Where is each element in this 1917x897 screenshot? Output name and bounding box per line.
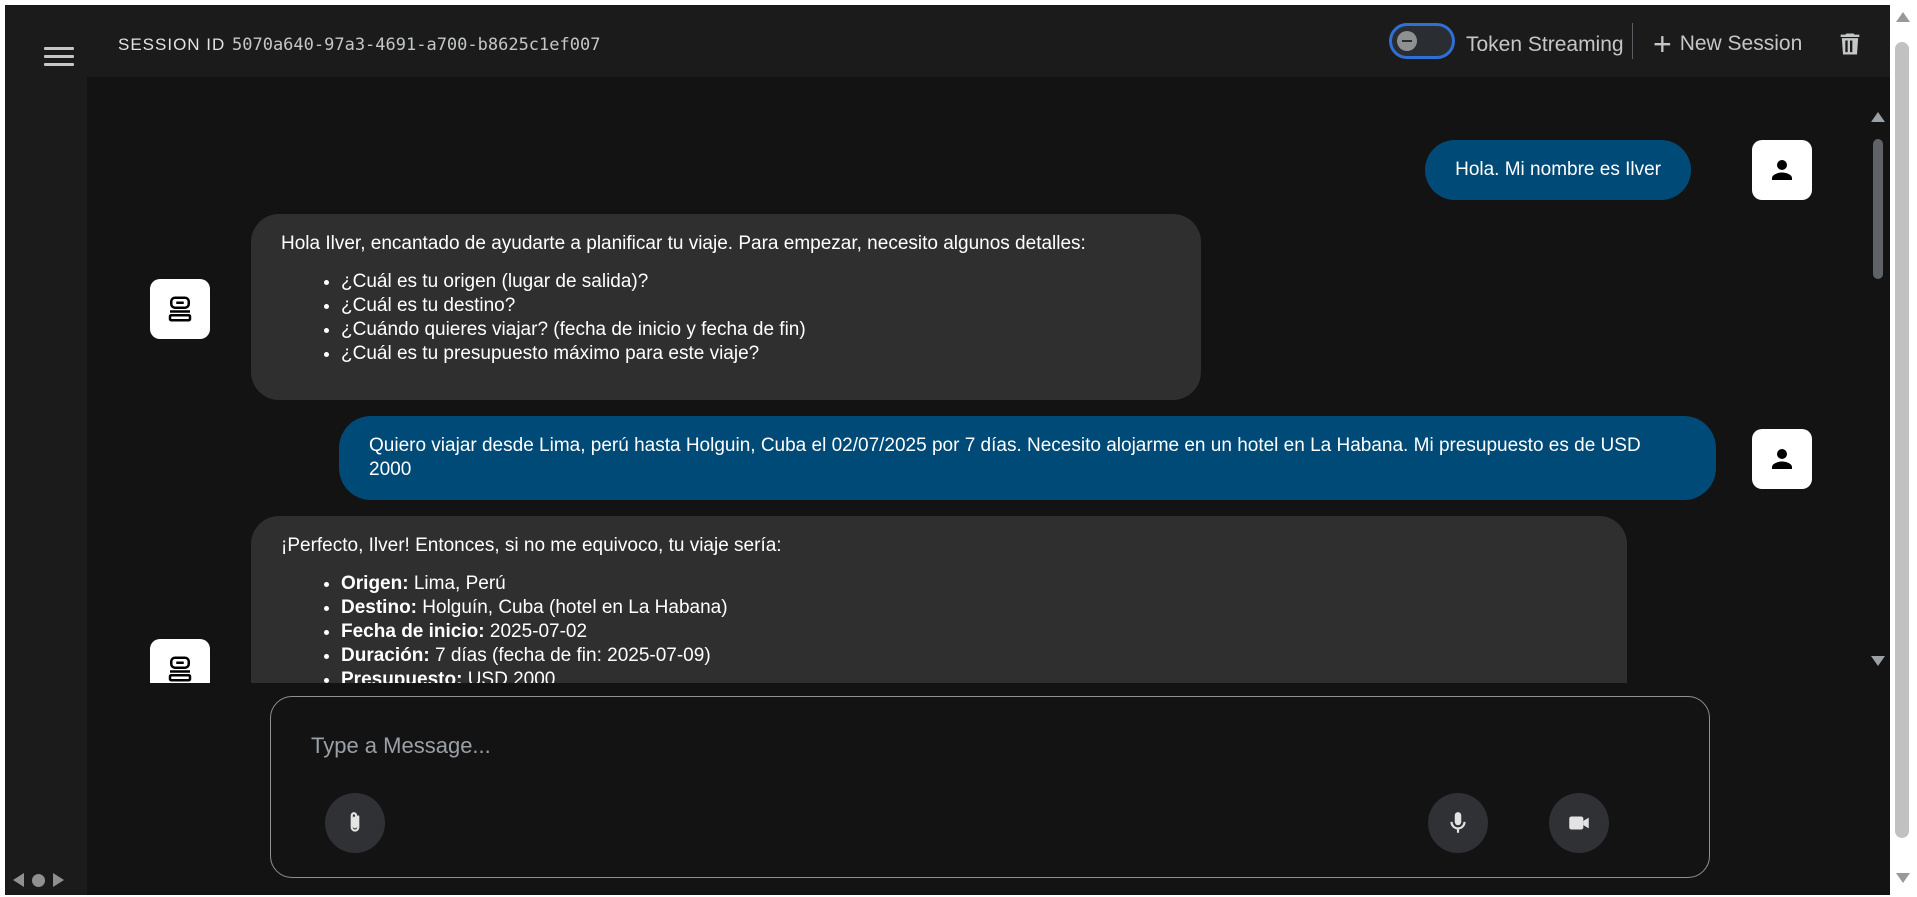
list-item: Destino: Holguín, Cuba (hotel en La Haba…: [341, 596, 1597, 620]
scroll-up-icon[interactable]: [1871, 112, 1885, 122]
item-value: Holguín, Cuba (hotel en La Habana): [422, 597, 728, 618]
person-icon: [1772, 160, 1792, 180]
side-rail: [5, 77, 87, 895]
new-session-label: New Session: [1679, 32, 1803, 55]
session-id-label: SESSION ID: [118, 35, 226, 54]
item-value: 7 días (fecha de fin: 2025-07-09): [434, 645, 711, 666]
scroll-up-icon[interactable]: [1896, 12, 1910, 22]
session-id-value: 5070a640-97a3-4691-a700-b8625c1ef007: [232, 35, 601, 55]
list-item: Origen: Lima, Perú: [341, 572, 1597, 596]
chat-messages: Hola. Mi nombre es Ilver Hola Ilver, enc…: [87, 77, 1857, 683]
bot-message-intro: ¡Perfecto, Ilver! Entonces, si no me equ…: [281, 535, 782, 556]
bot-avatar: [150, 639, 210, 683]
person-icon: [1772, 449, 1792, 469]
item-value: Lima, Perú: [413, 573, 506, 594]
item-value: 2025-07-02: [489, 621, 588, 642]
scroll-down-icon[interactable]: [1871, 656, 1885, 666]
trash-icon[interactable]: [1836, 28, 1864, 60]
page-scrollbar[interactable]: [1890, 0, 1917, 897]
chat-scrollbar[interactable]: [1869, 109, 1887, 669]
robot-icon: [168, 656, 192, 682]
paperclip-icon: [350, 812, 360, 832]
user-message-text: Hola. Mi nombre es Ilver: [1455, 159, 1661, 180]
item-value: USD 2000: [467, 669, 556, 683]
item-label: Presupuesto:: [341, 669, 463, 683]
toggle-knob: [1397, 31, 1417, 51]
user-message: Quiero viajar desde Lima, perú hasta Hol…: [339, 416, 1716, 500]
bot-message-intro: Hola Ilver, encantado de ayudarte a plan…: [281, 233, 1086, 254]
token-streaming-toggle[interactable]: [1389, 23, 1455, 59]
item-label: Destino:: [341, 597, 417, 618]
scroll-right-icon[interactable]: [53, 873, 64, 887]
message-input[interactable]: [309, 727, 1613, 765]
token-streaming-label: Token Streaming: [1466, 33, 1624, 56]
list-item: ¿Cuál es tu presupuesto máximo para este…: [341, 342, 1171, 366]
list-item: ¿Cuándo quieres viajar? (fecha de inicio…: [341, 318, 1171, 342]
item-label: Origen:: [341, 573, 409, 594]
item-label: Fecha de inicio:: [341, 621, 485, 642]
list-item: Presupuesto: USD 2000: [341, 668, 1597, 683]
list-item: ¿Cuál es tu destino?: [341, 294, 1171, 318]
new-session-button[interactable]: + New Session: [1653, 26, 1803, 62]
microphone-icon: [1450, 812, 1466, 833]
bot-message-list: Origen: Lima, Perú Destino: Holguín, Cub…: [281, 572, 1597, 683]
user-avatar: [1752, 140, 1812, 200]
scroll-down-icon[interactable]: [1896, 873, 1910, 883]
divider: [1632, 23, 1633, 59]
user-message-text: Quiero viajar desde Lima, perú hasta Hol…: [369, 435, 1641, 480]
message-composer: [270, 696, 1710, 878]
list-item: Fecha de inicio: 2025-07-02: [341, 620, 1597, 644]
camera-button[interactable]: [1549, 793, 1609, 853]
videocam-icon: [1569, 816, 1589, 830]
bot-message: Hola Ilver, encantado de ayudarte a plan…: [251, 214, 1201, 400]
plus-icon: +: [1653, 26, 1672, 62]
list-item: Duración: 7 días (fecha de fin: 2025-07-…: [341, 644, 1597, 668]
scrollbar-thumb[interactable]: [1873, 139, 1883, 279]
bot-message: ¡Perfecto, Ilver! Entonces, si no me equ…: [251, 516, 1627, 683]
user-message: Hola. Mi nombre es Ilver: [1425, 140, 1691, 200]
top-bar: SESSION ID 5070a640-97a3-4691-a700-b8625…: [5, 5, 1890, 77]
scrollbar-thumb[interactable]: [1895, 42, 1909, 838]
list-item: ¿Cuál es tu origen (lugar de salida)?: [341, 270, 1171, 294]
menu-icon[interactable]: [44, 47, 74, 69]
bot-message-list: ¿Cuál es tu origen (lugar de salida)? ¿C…: [281, 270, 1171, 366]
rail-scroll-controls: [13, 873, 64, 887]
robot-icon: [168, 296, 192, 322]
microphone-button[interactable]: [1428, 793, 1488, 853]
bot-avatar: [150, 279, 210, 339]
scroll-dot-icon[interactable]: [32, 873, 45, 887]
item-label: Duración:: [341, 645, 430, 666]
scroll-left-icon[interactable]: [13, 873, 24, 887]
attach-button[interactable]: [325, 793, 385, 853]
user-avatar: [1752, 429, 1812, 489]
app-window: SESSION ID 5070a640-97a3-4691-a700-b8625…: [5, 5, 1890, 895]
